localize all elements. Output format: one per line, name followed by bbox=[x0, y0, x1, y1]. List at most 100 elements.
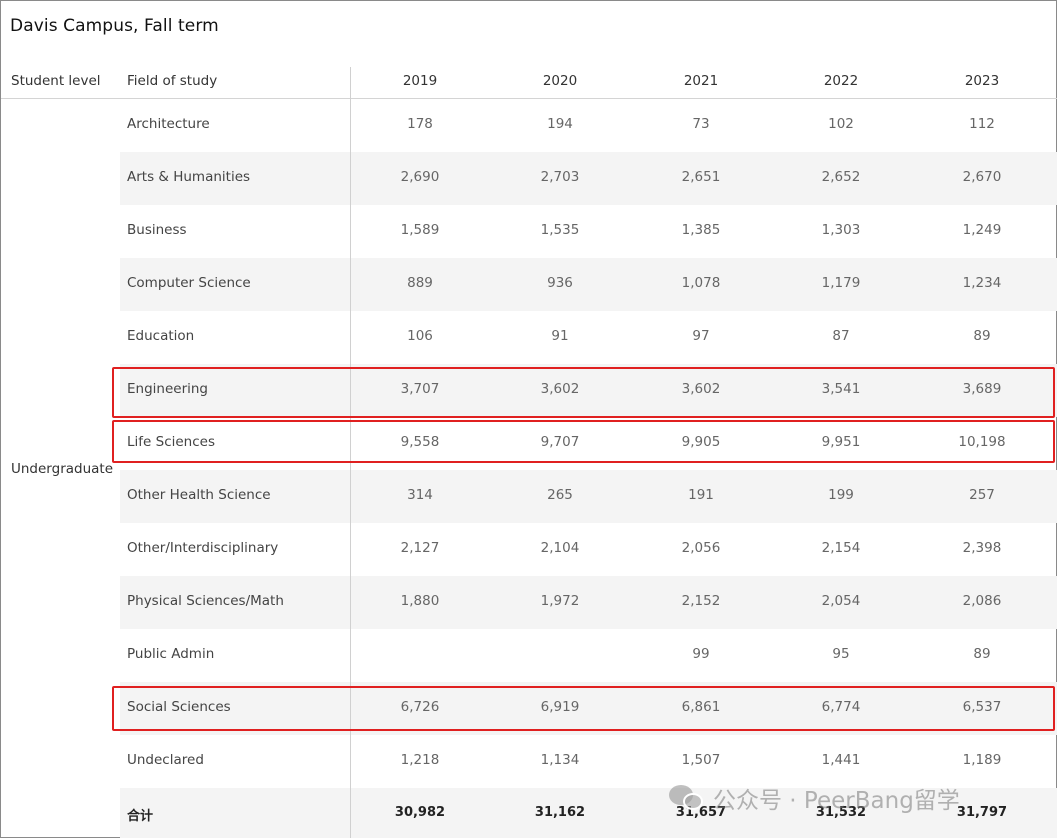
value-cell: 9,558 bbox=[400, 434, 440, 450]
value-cell: 2,652 bbox=[821, 169, 861, 185]
value-cell: 2,154 bbox=[821, 540, 861, 556]
value-cell: 73 bbox=[692, 116, 710, 132]
value-cell: 265 bbox=[547, 487, 573, 503]
value-cell: 1,134 bbox=[540, 752, 580, 768]
value-cell: 112 bbox=[969, 116, 995, 132]
value-cell: 2,054 bbox=[821, 593, 861, 609]
table-row[interactable]: Other/Interdisciplinary 2,127 2,104 2,056 2,… bbox=[120, 523, 1057, 576]
value-cell: 889 bbox=[407, 275, 433, 291]
value-cell: 99 bbox=[692, 646, 710, 662]
value-cell: 2,152 bbox=[681, 593, 721, 609]
value-cell: 1,303 bbox=[821, 222, 861, 238]
value-cell: 95 bbox=[832, 646, 850, 662]
table-row[interactable]: Arts & Humanities 2,690 2,703 2,651 2,652 2,6… bbox=[120, 152, 1057, 205]
value-cell: 1,880 bbox=[400, 593, 440, 609]
value-cell: 106 bbox=[407, 328, 433, 344]
value-cell: 89 bbox=[973, 646, 991, 662]
value-cell: 3,541 bbox=[821, 381, 861, 397]
value-cell: 1,249 bbox=[962, 222, 1002, 238]
header-year[interactable]: 2019 bbox=[360, 73, 480, 89]
page-title: Davis Campus, Fall term bbox=[10, 16, 219, 36]
header-student-level[interactable]: Student level bbox=[11, 73, 101, 89]
column-divider bbox=[350, 67, 351, 838]
field-label: Business bbox=[127, 222, 187, 238]
value-cell: 6,774 bbox=[821, 699, 861, 715]
value-cell: 2,651 bbox=[681, 169, 721, 185]
value-cell: 91 bbox=[551, 328, 569, 344]
table-row[interactable]: Physical Sciences/Math 1,880 1,972 2,152 2,0… bbox=[120, 576, 1057, 629]
value-cell: 3,707 bbox=[400, 381, 440, 397]
value-cell: 2,690 bbox=[400, 169, 440, 185]
value-cell: 1,589 bbox=[400, 222, 440, 238]
value-cell: 3,689 bbox=[962, 381, 1002, 397]
table-row[interactable]: Computer Science 889 936 1,078 1,179 1,234 bbox=[120, 258, 1057, 311]
table-row[interactable]: Other Health Science 314 265 191 199 257 bbox=[120, 470, 1057, 523]
value-cell: 936 bbox=[547, 275, 573, 291]
value-cell: 102 bbox=[828, 116, 854, 132]
wechat-icon bbox=[669, 783, 705, 813]
header-field-of-study[interactable]: Field of study bbox=[127, 73, 217, 89]
field-label: Other/Interdisciplinary bbox=[127, 540, 279, 556]
table-row[interactable]: Public Admin 99 95 89 bbox=[120, 629, 1057, 682]
value-cell: 2,127 bbox=[400, 540, 440, 556]
table-row[interactable]: Education 106 91 97 87 89 bbox=[120, 311, 1057, 364]
value-cell: 1,385 bbox=[681, 222, 721, 238]
field-label: Life Sciences bbox=[127, 434, 215, 450]
table-row[interactable]: Business 1,589 1,535 1,385 1,303 1,249 bbox=[120, 205, 1057, 258]
table-row[interactable]: Engineering 3,707 3,602 3,602 3,541 3,689 bbox=[120, 364, 1057, 417]
value-cell: 3,602 bbox=[540, 381, 580, 397]
header-year[interactable]: 2023 bbox=[922, 73, 1042, 89]
table-frame: Davis Campus, Fall term Student level Fi… bbox=[0, 0, 1057, 838]
value-cell: 257 bbox=[969, 487, 995, 503]
value-cell: 89 bbox=[973, 328, 991, 344]
value-cell: 1,078 bbox=[681, 275, 721, 291]
value-cell: 1,218 bbox=[400, 752, 440, 768]
table-header: Student level Field of study 2019 2020 2… bbox=[1, 67, 1057, 99]
field-label: Computer Science bbox=[127, 275, 251, 291]
value-cell: 3,602 bbox=[681, 381, 721, 397]
value-cell: 2,086 bbox=[962, 593, 1002, 609]
value-cell: 10,198 bbox=[958, 434, 1006, 450]
value-cell: 1,234 bbox=[962, 275, 1002, 291]
header-year[interactable]: 2022 bbox=[781, 73, 901, 89]
field-label: Education bbox=[127, 328, 195, 344]
value-cell: 9,905 bbox=[681, 434, 721, 450]
header-year[interactable]: 2021 bbox=[641, 73, 761, 89]
field-label: Arts & Humanities bbox=[127, 169, 251, 185]
field-label: Social Sciences bbox=[127, 699, 231, 715]
value-cell: 2,398 bbox=[962, 540, 1002, 556]
total-cell: 30,982 bbox=[394, 805, 446, 820]
value-cell: 1,179 bbox=[821, 275, 861, 291]
total-cell: 31,162 bbox=[534, 805, 586, 820]
value-cell: 178 bbox=[407, 116, 433, 132]
table-row[interactable]: Life Sciences 9,558 9,707 9,905 9,951 10,198 bbox=[120, 417, 1057, 470]
value-cell: 2,104 bbox=[540, 540, 580, 556]
value-cell: 2,670 bbox=[962, 169, 1002, 185]
value-cell: 6,726 bbox=[400, 699, 440, 715]
value-cell: 314 bbox=[407, 487, 433, 503]
field-label: Public Admin bbox=[127, 646, 215, 662]
value-cell: 1,535 bbox=[540, 222, 580, 238]
value-cell: 6,861 bbox=[681, 699, 721, 715]
value-cell: 6,537 bbox=[962, 699, 1002, 715]
header-year[interactable]: 2020 bbox=[500, 73, 620, 89]
watermark-text: 公众号 · PeerBang留学 bbox=[713, 788, 960, 814]
value-cell: 1,972 bbox=[540, 593, 580, 609]
field-label: Architecture bbox=[127, 116, 210, 132]
value-cell: 1,441 bbox=[821, 752, 861, 768]
value-cell: 9,707 bbox=[540, 434, 580, 450]
value-cell: 191 bbox=[688, 487, 714, 503]
table-row[interactable]: Social Sciences 6,726 6,919 6,861 6,774 6,537 bbox=[120, 682, 1057, 735]
value-cell: 194 bbox=[547, 116, 573, 132]
value-cell: 87 bbox=[832, 328, 850, 344]
field-label: Engineering bbox=[127, 381, 208, 397]
value-cell: 1,507 bbox=[681, 752, 721, 768]
value-cell: 9,951 bbox=[821, 434, 861, 450]
value-cell: 199 bbox=[828, 487, 854, 503]
value-cell: 97 bbox=[692, 328, 710, 344]
student-level-cell: Undergraduate bbox=[11, 461, 114, 477]
field-label: Other Health Science bbox=[127, 487, 271, 503]
field-label: Undeclared bbox=[127, 752, 204, 768]
table-row[interactable]: Architecture 178 194 73 102 112 bbox=[120, 99, 1057, 152]
field-label: Physical Sciences/Math bbox=[127, 593, 284, 609]
